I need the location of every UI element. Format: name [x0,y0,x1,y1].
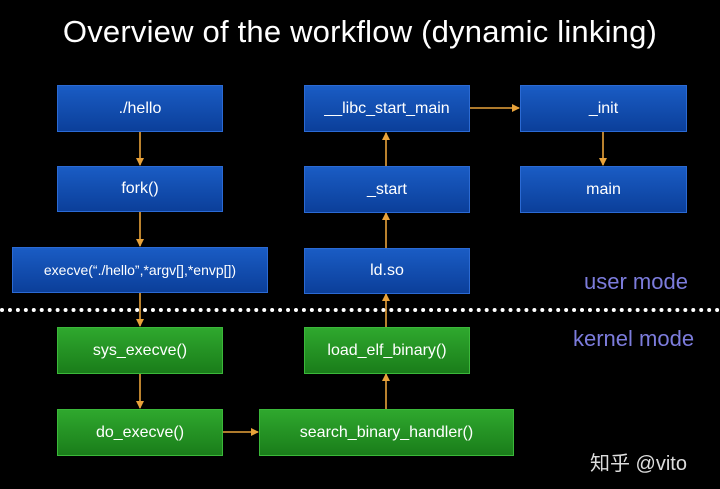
start-box: _start [304,166,470,213]
do-execve-box: do_execve() [57,409,223,456]
ld-so-box: ld.so [304,248,470,294]
main-box: main [520,166,687,213]
kernel-mode-label: kernel mode [573,326,695,351]
watermark: 知乎 @vito [590,453,687,475]
fork-box: fork() [57,166,223,212]
mode-divider [0,308,720,312]
execve-box: execve(“./hello”,*argv[],*envp[]) [12,247,268,293]
user-mode-label: user mode [584,269,688,294]
search-binary-handler-box: search_binary_handler() [259,409,514,456]
load-elf-binary-box: load_elf_binary() [304,327,470,374]
libc-start-main-box: __libc_start_main [304,85,470,132]
sys-execve-box: sys_execve() [57,327,223,374]
hello-box: ./hello [57,85,223,132]
init-box: _init [520,85,687,132]
